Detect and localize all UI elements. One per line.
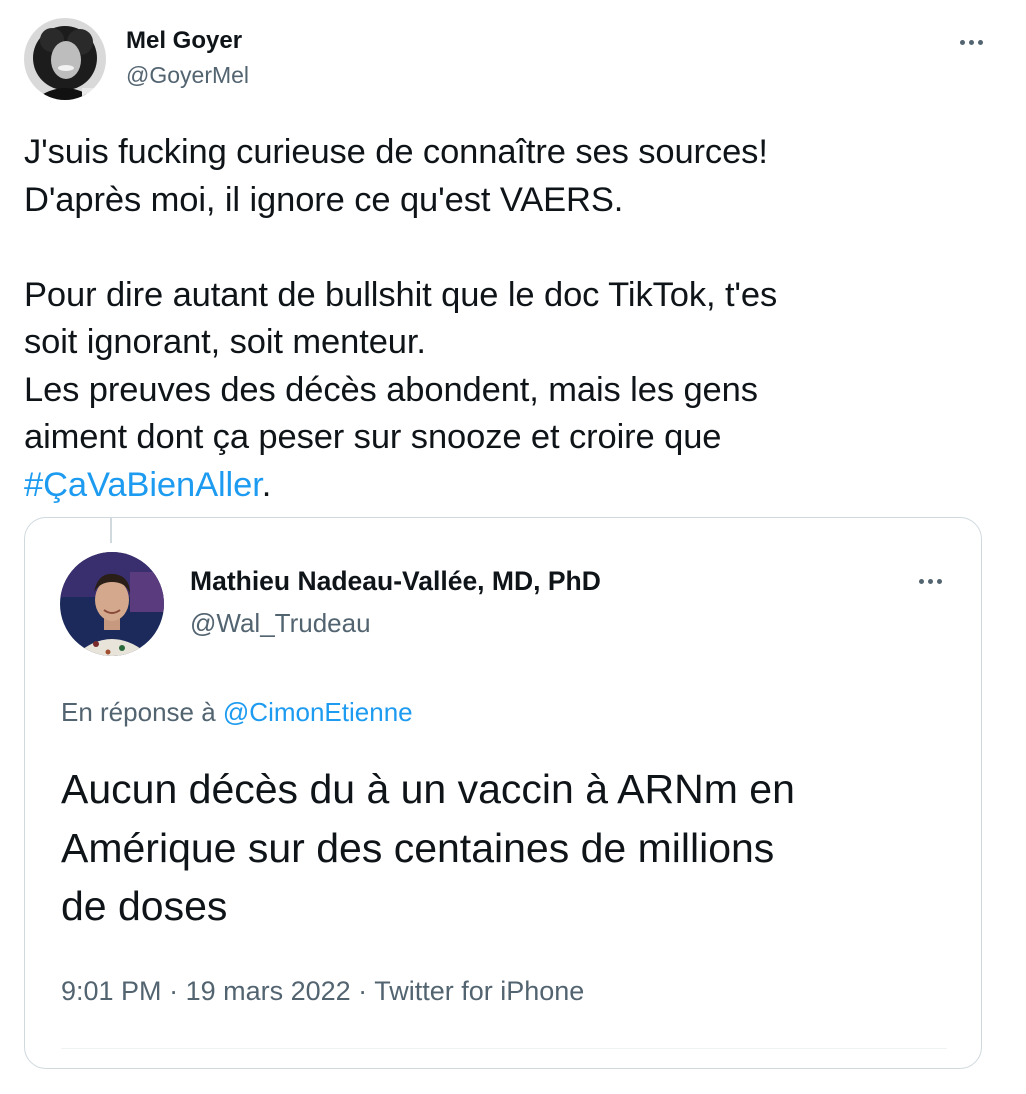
- more-horizontal-icon: [918, 578, 942, 584]
- more-horizontal-icon: [959, 39, 983, 45]
- author-handle[interactable]: @GoyerMel: [126, 62, 249, 89]
- tweet-card: Mel Goyer @GoyerMel J'suis fucking curie…: [0, 0, 1026, 1094]
- quoted-author-name[interactable]: Mathieu Nadeau-Vallée, MD, PhD: [190, 566, 601, 597]
- reply-context: En réponse à @CimonEtienne: [61, 697, 413, 728]
- tweet-text: J'suis fucking curieuse de connaître ses…: [24, 129, 984, 509]
- thread-connector: [110, 517, 112, 543]
- reply-mention-link[interactable]: @CimonEtienne: [223, 697, 413, 727]
- quoted-text-line: de doses: [61, 883, 228, 929]
- tweet-metadata: 9:01 PM · 19 mars 2022 · Twitter for iPh…: [61, 976, 584, 1007]
- hashtag-suffix: .: [261, 465, 272, 504]
- quoted-text-line: Aucun décès du à un vaccin à ARNm en: [61, 766, 795, 812]
- author-avatar[interactable]: [24, 18, 106, 100]
- quoted-more-options-button[interactable]: [908, 563, 952, 599]
- tweet-text-line: Pour dire autant de bullshit que le doc …: [24, 275, 778, 314]
- avatar-photo: [60, 552, 164, 656]
- tweet-text-line: J'suis fucking curieuse de connaître ses…: [24, 133, 768, 171]
- tweet-text-line: Les preuves des décès abondent, mais les…: [24, 370, 758, 409]
- avatar-photo: [24, 18, 106, 100]
- tweet-text-blank-line: [24, 224, 984, 272]
- quoted-author-avatar[interactable]: [60, 552, 164, 656]
- reply-prefix: En réponse à: [61, 697, 216, 727]
- tweet-text-line: D'après moi, il ignore ce qu'est VAERS.: [24, 180, 624, 219]
- tweet-text-line: aiment dont ça peser sur snooze et croir…: [24, 418, 722, 456]
- meta-separator: ·: [350, 976, 375, 1006]
- tweet-date[interactable]: 19 mars 2022: [186, 976, 351, 1006]
- tweet-time[interactable]: 9:01 PM: [61, 976, 162, 1006]
- tweet-text-line: soit ignorant, soit menteur.: [24, 323, 426, 361]
- tweet-source[interactable]: Twitter for iPhone: [374, 976, 584, 1006]
- quoted-author-handle[interactable]: @Wal_Trudeau: [190, 608, 371, 639]
- divider: [61, 1048, 947, 1049]
- quoted-tweet-text: Aucun décès du à un vaccin à ARNm en Amé…: [61, 760, 961, 936]
- author-name[interactable]: Mel Goyer: [126, 27, 242, 55]
- tweet-text-line-last: #ÇaVaBienAller.: [24, 462, 984, 510]
- quoted-text-line: Amérique sur des centaines de millions: [61, 824, 775, 871]
- more-options-button[interactable]: [951, 22, 991, 62]
- meta-separator: ·: [161, 976, 186, 1006]
- hashtag-link[interactable]: #ÇaVaBienAller: [24, 466, 262, 504]
